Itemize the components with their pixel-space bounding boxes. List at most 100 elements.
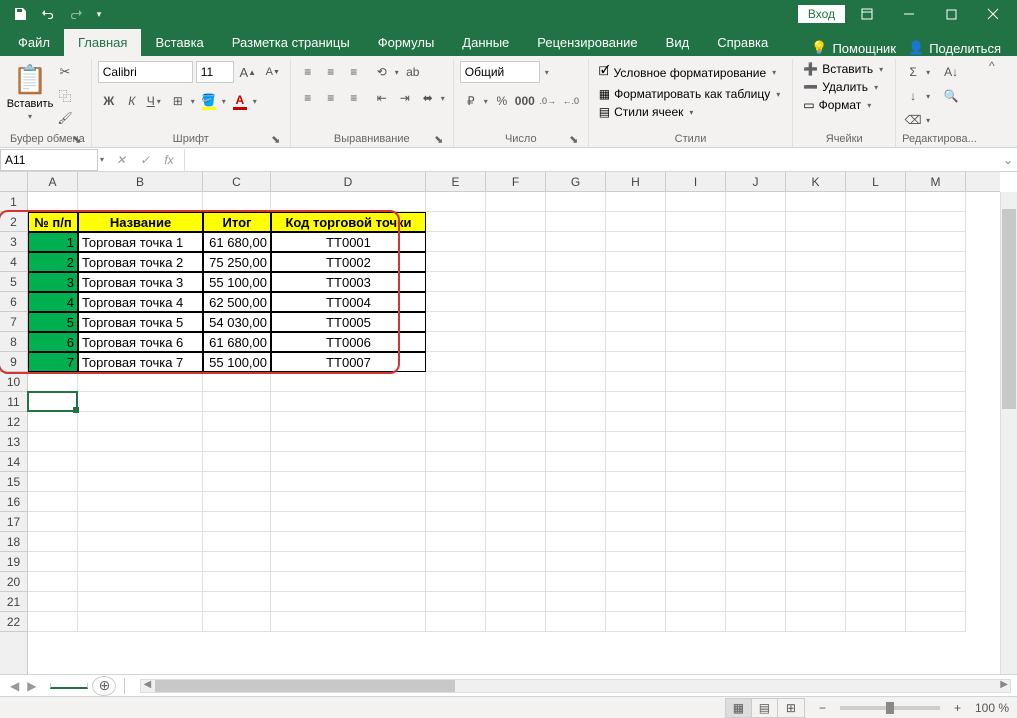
- cell[interactable]: [906, 512, 966, 532]
- cell[interactable]: Итог: [203, 212, 271, 232]
- minimize-icon[interactable]: [889, 0, 929, 28]
- cell[interactable]: [78, 532, 203, 552]
- cell[interactable]: [271, 472, 426, 492]
- cell[interactable]: [846, 292, 906, 312]
- cell[interactable]: [726, 252, 786, 272]
- row-header[interactable]: 3: [0, 232, 27, 252]
- tab-insert[interactable]: Вставка: [141, 29, 217, 56]
- cell[interactable]: [846, 612, 906, 632]
- cell[interactable]: [846, 492, 906, 512]
- cell[interactable]: [606, 412, 666, 432]
- cell[interactable]: 1: [28, 232, 78, 252]
- cell[interactable]: [846, 432, 906, 452]
- column-header[interactable]: I: [666, 172, 726, 191]
- cell[interactable]: [726, 352, 786, 372]
- cell[interactable]: [203, 412, 271, 432]
- cell[interactable]: [546, 492, 606, 512]
- cell[interactable]: [546, 612, 606, 632]
- cell[interactable]: [666, 292, 726, 312]
- increase-font-button[interactable]: A▲: [237, 61, 259, 83]
- cell[interactable]: [271, 572, 426, 592]
- row-header[interactable]: 18: [0, 532, 27, 552]
- cell[interactable]: [906, 552, 966, 572]
- cell[interactable]: [28, 192, 78, 212]
- cell[interactable]: 75 250,00: [203, 252, 271, 272]
- cell[interactable]: [786, 332, 846, 352]
- wrap-text-button[interactable]: ab: [402, 61, 424, 83]
- fx-icon[interactable]: fx: [158, 149, 180, 171]
- cancel-formula-icon[interactable]: ✕: [110, 149, 132, 171]
- cell[interactable]: [726, 192, 786, 212]
- cell[interactable]: [906, 472, 966, 492]
- cell[interactable]: [786, 352, 846, 372]
- ribbon-options-icon[interactable]: [847, 0, 887, 28]
- cell[interactable]: [786, 412, 846, 432]
- sheet-tab-active[interactable]: [50, 683, 88, 689]
- row-header[interactable]: 5: [0, 272, 27, 292]
- cell[interactable]: [606, 552, 666, 572]
- cell[interactable]: [906, 532, 966, 552]
- cell[interactable]: [786, 592, 846, 612]
- insert-cells-button[interactable]: ➕Вставить▾: [799, 61, 889, 77]
- cell[interactable]: [846, 372, 906, 392]
- cell[interactable]: [606, 312, 666, 332]
- cell[interactable]: 2: [28, 252, 78, 272]
- cell[interactable]: [546, 472, 606, 492]
- share-button[interactable]: 👤Поделиться: [908, 40, 1001, 56]
- cell[interactable]: [486, 412, 546, 432]
- cell[interactable]: [271, 412, 426, 432]
- cell[interactable]: [486, 332, 546, 352]
- cell[interactable]: [486, 192, 546, 212]
- row-header[interactable]: 16: [0, 492, 27, 512]
- row-header[interactable]: 20: [0, 572, 27, 592]
- cell[interactable]: [486, 292, 546, 312]
- select-all-corner[interactable]: [0, 172, 28, 192]
- cell[interactable]: [786, 292, 846, 312]
- cell[interactable]: [606, 252, 666, 272]
- currency-button[interactable]: ₽▾: [460, 90, 490, 112]
- cell[interactable]: [426, 232, 486, 252]
- cell[interactable]: 61 680,00: [203, 332, 271, 352]
- row-header[interactable]: 11: [0, 392, 27, 412]
- cell[interactable]: [546, 292, 606, 312]
- cell[interactable]: [846, 452, 906, 472]
- close-icon[interactable]: [973, 0, 1013, 28]
- cell[interactable]: [786, 452, 846, 472]
- row-header[interactable]: 17: [0, 512, 27, 532]
- cell[interactable]: [786, 252, 846, 272]
- row-header[interactable]: 1: [0, 192, 27, 212]
- cell[interactable]: [846, 392, 906, 412]
- cell[interactable]: [906, 192, 966, 212]
- cell[interactable]: [426, 312, 486, 332]
- qat-customize-icon[interactable]: ▾: [92, 2, 106, 26]
- cell[interactable]: [546, 252, 606, 272]
- cell[interactable]: [546, 572, 606, 592]
- cell[interactable]: [426, 392, 486, 412]
- cell[interactable]: [786, 312, 846, 332]
- cell[interactable]: [486, 432, 546, 452]
- cell[interactable]: [606, 212, 666, 232]
- cell[interactable]: [666, 212, 726, 232]
- cell[interactable]: [726, 232, 786, 252]
- align-center-button[interactable]: ≡: [320, 87, 342, 109]
- cell[interactable]: [486, 392, 546, 412]
- cell[interactable]: [271, 492, 426, 512]
- cell-styles-button[interactable]: ▤Стили ячеек▾: [595, 104, 700, 120]
- cell[interactable]: [486, 512, 546, 532]
- cell[interactable]: [846, 312, 906, 332]
- cell[interactable]: [666, 352, 726, 372]
- cell[interactable]: [203, 512, 271, 532]
- column-header[interactable]: B: [78, 172, 203, 191]
- cell[interactable]: [203, 452, 271, 472]
- cell[interactable]: [786, 232, 846, 252]
- cell[interactable]: [426, 332, 486, 352]
- collapse-ribbon-icon[interactable]: ^: [983, 59, 1001, 147]
- horizontal-scrollbar[interactable]: ◀▶: [140, 679, 1011, 693]
- cell[interactable]: [666, 612, 726, 632]
- cell[interactable]: [726, 432, 786, 452]
- cell[interactable]: [726, 332, 786, 352]
- cell[interactable]: Код торговой точки: [271, 212, 426, 232]
- cell[interactable]: [271, 552, 426, 572]
- cell[interactable]: [28, 412, 78, 432]
- cell[interactable]: [546, 212, 606, 232]
